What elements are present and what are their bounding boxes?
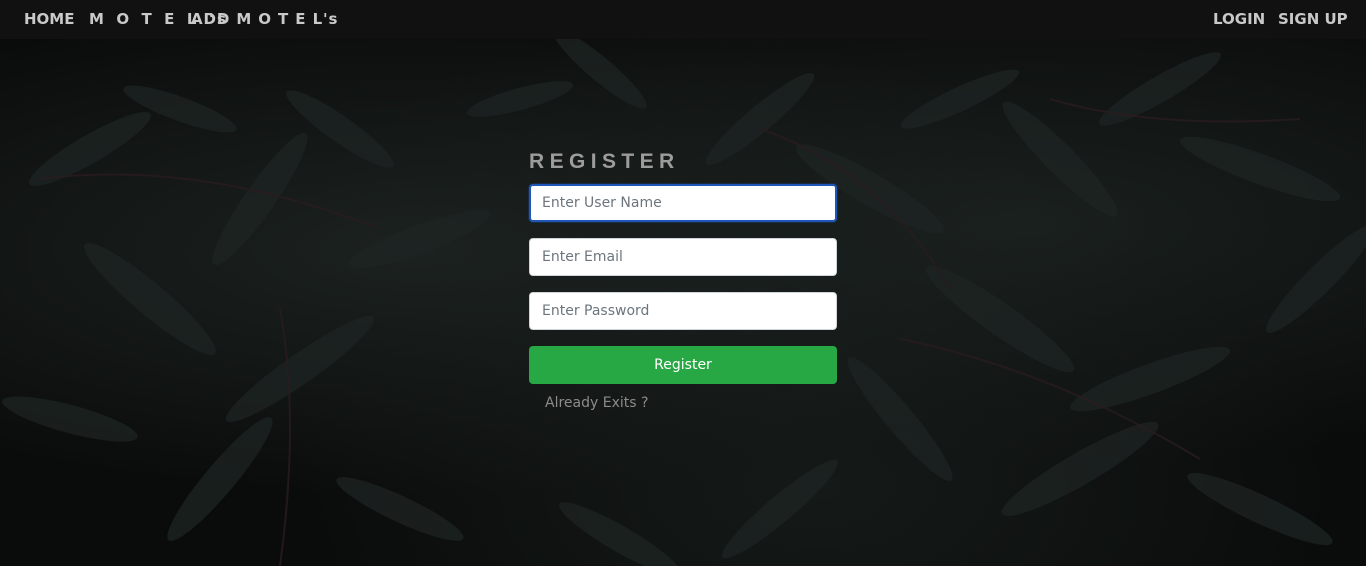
nav-add-motel-link[interactable]: ADD M O T E L's [191, 9, 338, 29]
nav-signup-link[interactable]: SIGN UP [1278, 9, 1348, 29]
email-input[interactable] [529, 238, 837, 276]
top-navbar: HOME M O T E L 's ADD M O T E L's LOGIN … [0, 0, 1366, 39]
register-button[interactable]: Register [529, 346, 837, 384]
nav-home-link[interactable]: HOME [24, 9, 74, 29]
page: HOME M O T E L 's ADD M O T E L's LOGIN … [0, 0, 1366, 566]
username-input[interactable] [529, 184, 837, 222]
nav-login-link[interactable]: LOGIN [1213, 9, 1265, 29]
password-input[interactable] [529, 292, 837, 330]
already-exists-link[interactable]: Already Exits ? [545, 395, 648, 411]
register-heading: REGISTER [529, 150, 680, 173]
